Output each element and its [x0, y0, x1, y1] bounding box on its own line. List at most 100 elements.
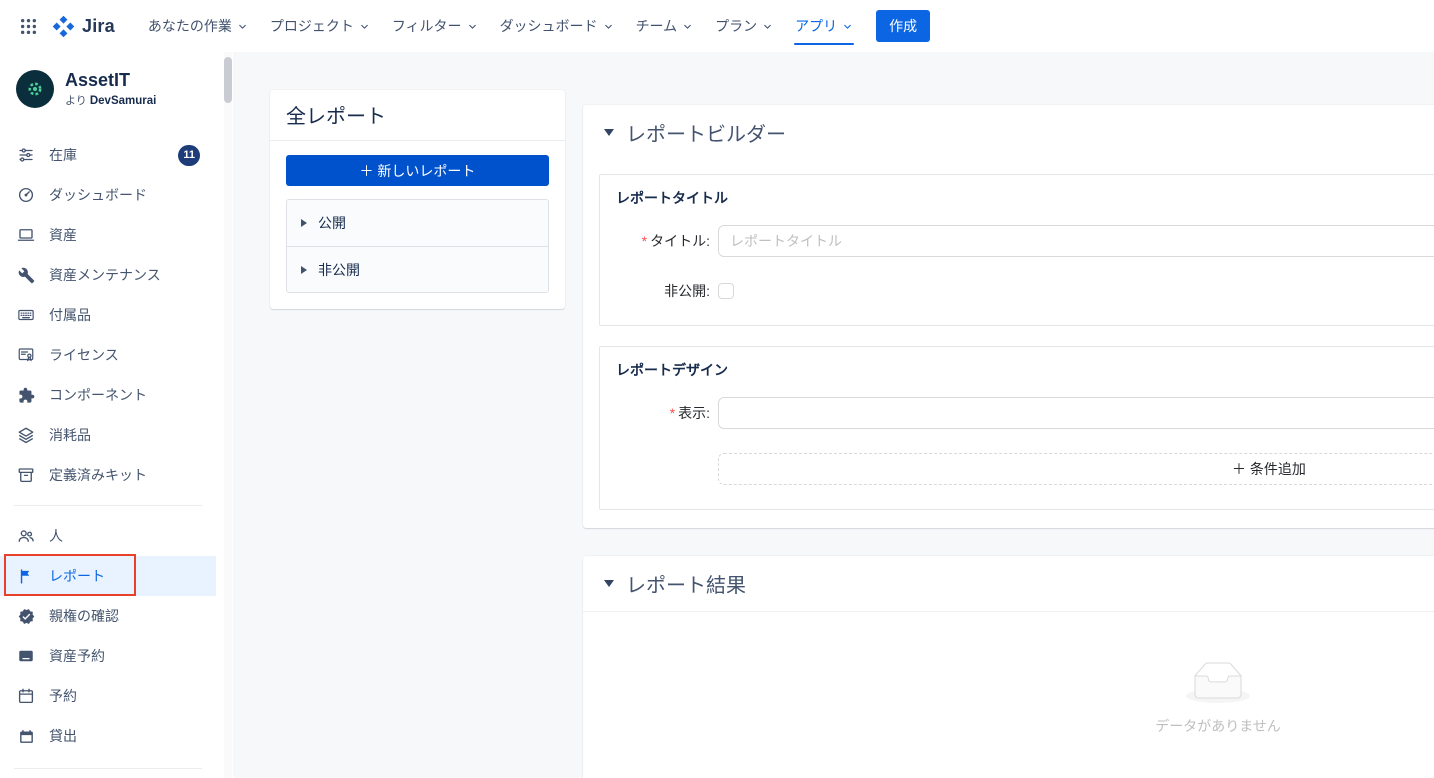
label-text: 非公開:: [664, 283, 710, 299]
create-button[interactable]: 作成: [876, 10, 930, 42]
report-title-section: レポートタイトル *タイトル: 非公開:: [599, 174, 1434, 326]
main-content: 全レポート ＋ 新しいレポート 公開 非公開 レポートビルダー レポートタイトル: [233, 52, 1434, 778]
sidebar-item-bookings[interactable]: 予約: [0, 676, 216, 716]
all-reports-title: 全レポート: [270, 90, 565, 141]
group-public[interactable]: 公開: [287, 200, 548, 246]
assetit-logo: [16, 70, 54, 108]
sidebar-item-label: ライセンス: [49, 345, 119, 365]
sidebar-item-licenses[interactable]: ライセンス: [0, 335, 216, 375]
people-icon: [16, 527, 36, 545]
sidebar-item-inventory[interactable]: 在庫 11: [0, 135, 216, 175]
sidebar-scrollbar-track[interactable]: [224, 52, 232, 778]
group-label: 公開: [318, 213, 346, 233]
empty-box-icon: [1186, 662, 1250, 708]
label-text: タイトル:: [650, 233, 710, 249]
sidebar-item-asset-reservation[interactable]: 資産予約: [0, 636, 216, 676]
nav-label: ダッシュボード: [500, 16, 598, 36]
nav-plans[interactable]: プラン: [704, 0, 784, 52]
sidebar-item-label: ダッシュボード: [49, 185, 147, 205]
sidebar-item-assets[interactable]: 資産: [0, 215, 216, 255]
sidebar-item-accessories[interactable]: 付属品: [0, 295, 216, 335]
sliders-icon: [16, 146, 36, 164]
sidebar-item-label: 在庫: [49, 145, 77, 165]
report-results-title: レポート結果: [626, 569, 746, 598]
nav-dashboards[interactable]: ダッシュボード: [489, 0, 625, 52]
display-select-input[interactable]: [718, 397, 1434, 429]
sidebar: AssetIT より DevSamurai 在庫 11 ダッシュボード: [0, 52, 233, 778]
byline-vendor: DevSamurai: [90, 95, 156, 107]
new-report-button[interactable]: ＋ 新しいレポート: [286, 155, 549, 186]
nav-projects[interactable]: プロジェクト: [259, 0, 381, 52]
sidebar-item-label: 消耗品: [49, 425, 91, 445]
report-results-card: レポート結果 データがありません: [583, 556, 1434, 778]
nav-label: プラン: [715, 16, 757, 36]
verified-badge-icon: [16, 608, 36, 625]
nav-filters[interactable]: フィルター: [381, 0, 489, 52]
report-builder-card: レポートビルダー レポートタイトル *タイトル: 非公開: レポートデザイン *…: [583, 105, 1434, 528]
laptop-icon: [16, 226, 36, 244]
add-condition-button[interactable]: ＋ 条件追加: [718, 453, 1434, 485]
top-navigation-bar: Jira あなたの作業 プロジェクト フィルター ダッシュボード チーム プラン…: [0, 0, 1434, 52]
calendar-filled-icon: [16, 728, 36, 745]
required-asterisk: *: [670, 405, 675, 421]
chevron-down-icon: [682, 21, 693, 32]
primary-nav: あなたの作業 プロジェクト フィルター ダッシュボード チーム プラン アプリ: [137, 0, 864, 52]
all-reports-panel: 全レポート ＋ 新しいレポート 公開 非公開: [270, 90, 565, 309]
sidebar-item-label: 資産メンテナンス: [49, 265, 161, 285]
calendar-icon: [16, 687, 36, 705]
app-title: AssetIT: [65, 70, 156, 91]
collapse-caret-icon: [604, 129, 614, 136]
sidebar-item-label: 貸出: [49, 726, 77, 746]
caret-right-icon: [301, 266, 307, 274]
chevron-down-icon: [842, 21, 853, 32]
sidebar-item-label: 付属品: [49, 305, 91, 325]
jira-logo-icon: [52, 15, 75, 38]
sidebar-item-label: 予約: [49, 686, 77, 706]
jira-logo-text: Jira: [82, 16, 115, 37]
empty-state-text: データがありません: [1155, 716, 1281, 736]
report-groups: 公開 非公開: [286, 199, 549, 293]
nav-your-work[interactable]: あなたの作業: [137, 0, 259, 52]
sidebar-item-reports[interactable]: レポート: [0, 556, 216, 596]
sidebar-item-components[interactable]: コンポーネント: [0, 375, 216, 415]
gauge-icon: [16, 186, 36, 204]
sidebar-menu: 在庫 11 ダッシュボード 資産: [0, 135, 216, 769]
puzzle-icon: [16, 387, 36, 404]
sidebar-item-dashboard[interactable]: ダッシュボード: [0, 175, 216, 215]
report-results-header[interactable]: レポート結果: [583, 556, 1434, 612]
app-byline: より DevSamurai: [65, 92, 156, 108]
sidebar-item-people[interactable]: 人: [0, 516, 216, 556]
nav-teams[interactable]: チーム: [625, 0, 705, 52]
jira-logo[interactable]: Jira: [52, 15, 115, 38]
group-private[interactable]: 非公開: [287, 246, 548, 292]
sidebar-item-label: コンポーネント: [49, 385, 147, 405]
report-builder-title: レポートビルダー: [626, 118, 786, 147]
display-field-label: *表示:: [616, 403, 718, 423]
report-builder-header[interactable]: レポートビルダー: [583, 105, 1434, 160]
nav-label: あなたの作業: [148, 16, 232, 36]
card-icon: [16, 647, 36, 665]
sidebar-scrollbar-thumb[interactable]: [224, 57, 232, 103]
sidebar-item-consumables[interactable]: 消耗品: [0, 415, 216, 455]
sidebar-item-asset-maintenance[interactable]: 資産メンテナンス: [0, 255, 216, 295]
private-checkbox[interactable]: [718, 283, 734, 299]
sidebar-item-label: 親権の確認: [49, 606, 119, 626]
nav-label: チーム: [636, 16, 678, 36]
label-text: 表示:: [678, 405, 710, 421]
chevron-down-icon: [762, 21, 773, 32]
sidebar-item-label: 定義済みキット: [49, 465, 147, 485]
app-switcher-icon[interactable]: [14, 10, 42, 42]
sidebar-item-label: 人: [49, 526, 63, 546]
layers-icon: [16, 426, 36, 444]
byline-prefix: より: [65, 95, 87, 107]
sidebar-item-predefined-kits[interactable]: 定義済みキット: [0, 455, 216, 495]
sidebar-item-label: レポート: [49, 566, 105, 586]
section-heading: レポートデザイン: [616, 360, 1434, 380]
nav-apps[interactable]: アプリ: [784, 0, 864, 52]
report-title-input[interactable]: [718, 225, 1434, 257]
collapse-caret-icon: [604, 580, 614, 587]
chevron-down-icon: [237, 21, 248, 32]
sidebar-item-checkout[interactable]: 貸出: [0, 716, 216, 756]
sidebar-item-audit-check[interactable]: 親権の確認: [0, 596, 216, 636]
wrench-icon: [16, 267, 36, 284]
